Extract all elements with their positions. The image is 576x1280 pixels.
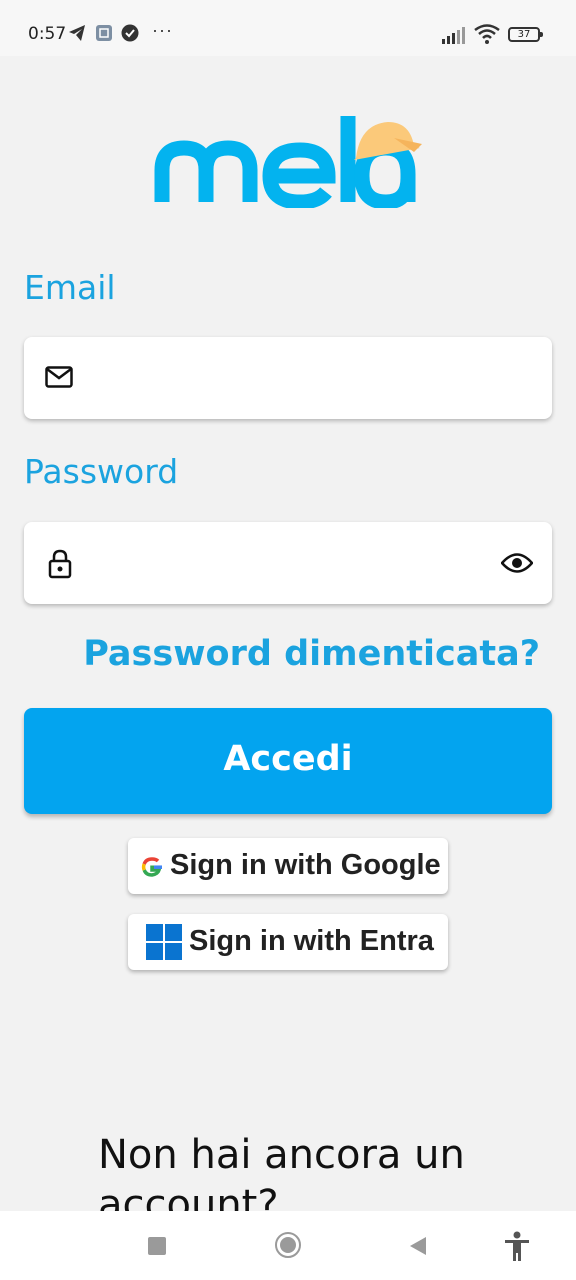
recent-apps-button[interactable] — [148, 1237, 166, 1255]
login-button[interactable]: Accedi — [24, 708, 552, 814]
battery-icon: 37 — [508, 27, 543, 42]
google-icon — [140, 854, 164, 887]
mail-icon — [45, 366, 73, 393]
password-input[interactable] — [104, 522, 488, 606]
mela-logo: mela — [150, 108, 430, 210]
signal-icon — [442, 26, 468, 49]
navigation-bar — [0, 1211, 576, 1280]
check-circle-icon — [121, 24, 139, 47]
windows-icon — [146, 924, 182, 968]
email-label: Email — [24, 268, 116, 307]
wifi-icon — [474, 24, 500, 49]
forgot-password-link[interactable]: Password dimenticata? — [83, 634, 540, 674]
status-bar: 0:57 ··· 37 — [0, 0, 576, 56]
status-time: 0:57 — [28, 24, 67, 44]
entra-sign-in-label: Sign in with Entra — [189, 925, 434, 957]
email-input[interactable] — [104, 337, 488, 421]
back-button[interactable] — [408, 1235, 428, 1262]
telegram-icon — [68, 24, 86, 47]
app-notification-icon — [95, 24, 113, 47]
password-field[interactable] — [24, 522, 552, 606]
more-dots-icon: ··· — [152, 20, 173, 40]
password-label: Password — [24, 452, 179, 491]
accessibility-icon[interactable] — [503, 1231, 531, 1268]
email-field[interactable] — [24, 337, 552, 421]
show-password-eye-icon[interactable] — [500, 552, 534, 579]
google-sign-in-label: Sign in with Google — [170, 849, 441, 881]
entra-sign-in-button[interactable]: Sign in with Entra — [128, 914, 448, 970]
home-button[interactable] — [275, 1232, 301, 1258]
lock-icon — [48, 549, 72, 584]
google-sign-in-button[interactable]: Sign in with Google — [128, 838, 448, 894]
